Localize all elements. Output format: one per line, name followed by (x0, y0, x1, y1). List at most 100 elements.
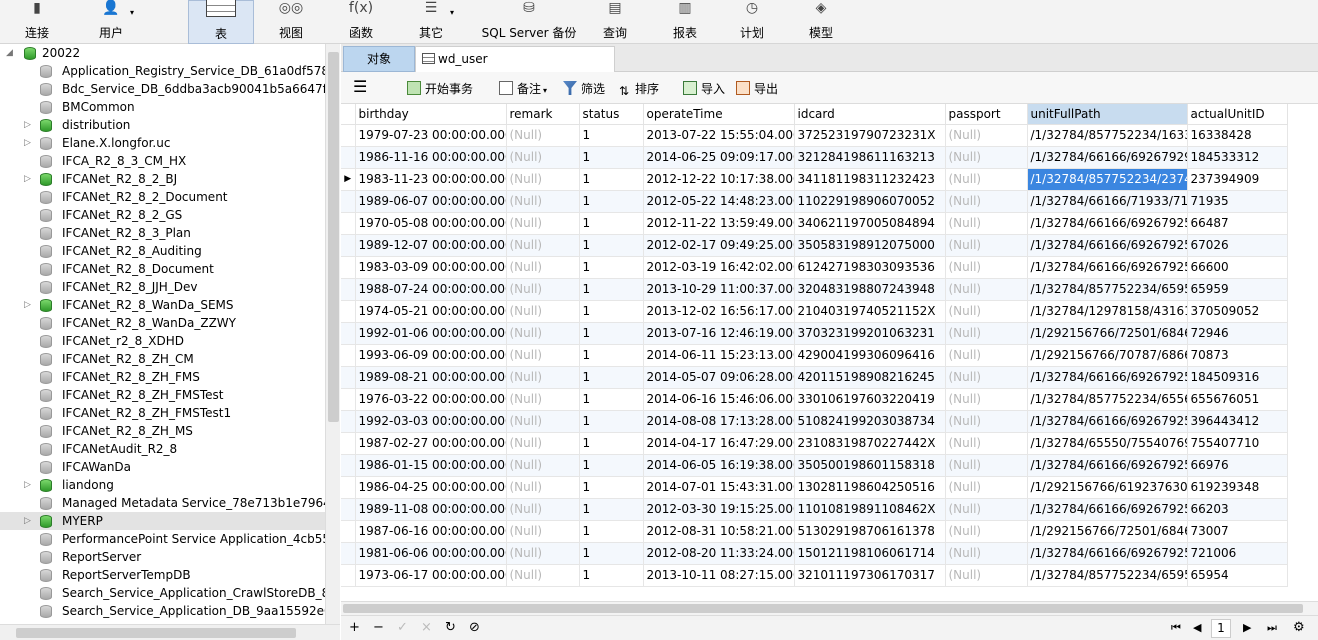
table-row[interactable]: 1979-07-23 00:00:00.000 (Null) 1 2013-07-22… (341, 124, 1288, 147)
cell-passport[interactable]: (Null) (945, 542, 1028, 565)
cell-unitFullPath[interactable]: /1/32784/857752234/23741 (1027, 168, 1188, 191)
expand-arrow-icon[interactable]: ◢ (6, 44, 16, 62)
cell-birthday[interactable]: 1989-08-21 00:00:00.000 (355, 366, 507, 389)
cell-remark[interactable]: (Null) (506, 168, 580, 191)
cell-birthday[interactable]: 1986-11-16 00:00:00.000 (355, 146, 507, 169)
cell-birthday[interactable]: 1992-01-06 00:00:00.000 (355, 322, 507, 345)
cell-operateTime[interactable]: 2013-07-22 15:55:04.000 (643, 124, 795, 147)
cell-unitFullPath[interactable]: /1/32784/857752234/65567 (1027, 388, 1188, 411)
tree-item[interactable]: ▷ MYERP (0, 512, 325, 530)
row-indicator[interactable] (341, 278, 356, 301)
cell-idcard[interactable]: 341181198311232423 (794, 168, 946, 191)
cell-operateTime[interactable]: 2012-08-20 11:33:24.000 (643, 542, 795, 565)
chevron-down-icon[interactable]: ▾ (130, 8, 134, 17)
cell-operateTime[interactable]: 2012-05-22 14:48:23.000 (643, 190, 795, 213)
tree-item[interactable]: IFCANet_R2_8_ZH_FMSTest (0, 386, 325, 404)
cell-idcard[interactable]: 110229198906070052 (794, 190, 946, 213)
cell-idcard[interactable]: 321011197306170317 (794, 564, 946, 587)
cell-operateTime[interactable]: 2014-04-17 16:47:29.000 (643, 432, 795, 455)
cell-operateTime[interactable]: 2012-03-19 16:42:02.000 (643, 256, 795, 279)
cell-remark[interactable]: (Null) (506, 344, 580, 367)
cell-idcard[interactable]: 340621197005084894 (794, 212, 946, 235)
tree-item[interactable]: IFCANet_R2_8_2_Document (0, 188, 325, 206)
cell-birthday[interactable]: 1981-06-06 00:00:00.000 (355, 542, 507, 565)
cell-operateTime[interactable]: 2013-12-02 16:56:17.000 (643, 300, 795, 323)
cell-birthday[interactable]: 1970-05-08 00:00:00.000 (355, 212, 507, 235)
row-indicator[interactable] (341, 344, 356, 367)
filter-button[interactable]: 筛选 (563, 80, 605, 98)
tree-item[interactable]: IFCANet_R2_8_WanDa_ZZWY (0, 314, 325, 332)
cell-birthday[interactable]: 1986-01-15 00:00:00.000 (355, 454, 507, 477)
tree-item[interactable]: ▷ distribution (0, 116, 325, 134)
cell-idcard[interactable]: 420115198908216245 (794, 366, 946, 389)
cell-passport[interactable]: (Null) (945, 146, 1028, 169)
cell-actualUnitID[interactable]: 66203 (1187, 498, 1288, 521)
cell-actualUnitID[interactable]: 71935 (1187, 190, 1288, 213)
page-number-field[interactable]: 1 (1211, 619, 1231, 638)
cell-status[interactable]: 1 (579, 256, 644, 279)
cell-operateTime[interactable]: 2014-07-01 15:43:31.000 (643, 476, 795, 499)
row-indicator[interactable] (341, 388, 356, 411)
cell-actualUnitID[interactable]: 66976 (1187, 454, 1288, 477)
expand-arrow-icon[interactable]: ▷ (24, 116, 34, 134)
row-indicator[interactable] (341, 564, 356, 587)
row-indicator[interactable] (341, 410, 356, 433)
tree-item[interactable]: IFCANet_R2_8_ZH_CM (0, 350, 325, 368)
tab-wd-user[interactable]: wd_user @IFCANet_R2_8_W... (415, 46, 615, 90)
cell-unitFullPath[interactable]: /1/32784/66166/69267925/ (1027, 498, 1188, 521)
cell-unitFullPath[interactable]: /1/292156766/72501/68468 (1027, 520, 1188, 543)
settings-gear-icon[interactable]: ⚙ (1293, 620, 1305, 636)
cell-remark[interactable]: (Null) (506, 278, 580, 301)
cell-status[interactable]: 1 (579, 300, 644, 323)
cell-birthday[interactable]: 1989-12-07 00:00:00.000 (355, 234, 507, 257)
table-row[interactable]: 1986-11-16 00:00:00.000 (Null) 1 2014-06-25… (341, 146, 1288, 169)
tree-item[interactable]: Application_Registry_Service_DB_61a0df57… (0, 62, 325, 80)
toolbar-table-button[interactable]: 表 (188, 0, 254, 44)
tree-item[interactable]: PerformancePoint Service Application_4cb… (0, 530, 325, 548)
cell-unitFullPath[interactable]: /1/32784/857752234/16338 (1027, 124, 1188, 147)
cell-remark[interactable]: (Null) (506, 476, 580, 499)
cell-idcard[interactable]: 513029198706161378 (794, 520, 946, 543)
cell-status[interactable]: 1 (579, 520, 644, 543)
row-indicator[interactable] (341, 212, 356, 235)
cell-status[interactable]: 1 (579, 124, 644, 147)
row-indicator[interactable]: ▶ (341, 168, 356, 191)
cell-actualUnitID[interactable]: 237394909 (1187, 168, 1288, 191)
sort-button[interactable]: ⇅ 排序 (617, 80, 659, 98)
cell-passport[interactable]: (Null) (945, 124, 1028, 147)
cell-birthday[interactable]: 1983-03-09 00:00:00.000 (355, 256, 507, 279)
cell-actualUnitID[interactable]: 16338428 (1187, 124, 1288, 147)
prev-page-icon[interactable]: ◀ (1193, 620, 1201, 636)
table-row[interactable]: 1981-06-06 00:00:00.000 (Null) 1 2012-08-20… (341, 542, 1288, 565)
table-row[interactable]: 1983-03-09 00:00:00.000 (Null) 1 2012-03-19… (341, 256, 1288, 279)
tree-item[interactable]: ▷ liandong (0, 476, 325, 494)
cell-actualUnitID[interactable]: 65959 (1187, 278, 1288, 301)
cell-birthday[interactable]: 1992-03-03 00:00:00.000 (355, 410, 507, 433)
table-row[interactable]: 1989-12-07 00:00:00.000 (Null) 1 2012-02-17… (341, 234, 1288, 257)
tree-item[interactable]: IFCANet_R2_8_ZH_MS (0, 422, 325, 440)
menu-icon[interactable]: ☰ (353, 78, 367, 96)
column-header-remark[interactable]: remark (506, 104, 580, 125)
tree-vertical-scrollbar[interactable] (325, 44, 340, 624)
cell-remark[interactable]: (Null) (506, 498, 580, 521)
toolbar-backup-button[interactable]: ⛁ SQL Server 备份 (476, 0, 582, 44)
cell-remark[interactable]: (Null) (506, 542, 580, 565)
cell-remark[interactable]: (Null) (506, 322, 580, 345)
cell-passport[interactable]: (Null) (945, 410, 1028, 433)
cell-actualUnitID[interactable]: 619239348 (1187, 476, 1288, 499)
cell-operateTime[interactable]: 2012-12-22 10:17:38.000 (643, 168, 795, 191)
tree-item[interactable]: ReportServer (0, 548, 325, 566)
first-page-icon[interactable]: ⏮ (1171, 620, 1181, 636)
cell-idcard[interactable]: 130281198604250516 (794, 476, 946, 499)
toolbar-connection-button[interactable]: ▮ 连接 (10, 0, 64, 44)
table-row[interactable]: 1973-06-17 00:00:00.000 (Null) 1 2013-10-11… (341, 564, 1288, 587)
cell-unitFullPath[interactable]: /1/32784/66166/69267929/ (1027, 146, 1188, 169)
expand-arrow-icon[interactable]: ▷ (24, 170, 34, 188)
cell-remark[interactable]: (Null) (506, 388, 580, 411)
cell-passport[interactable]: (Null) (945, 212, 1028, 235)
row-indicator[interactable] (341, 322, 356, 345)
cell-status[interactable]: 1 (579, 278, 644, 301)
row-indicator[interactable] (341, 146, 356, 169)
column-header-birthday[interactable]: birthday (355, 104, 507, 125)
apply-changes-button[interactable]: ✓ (397, 620, 408, 636)
